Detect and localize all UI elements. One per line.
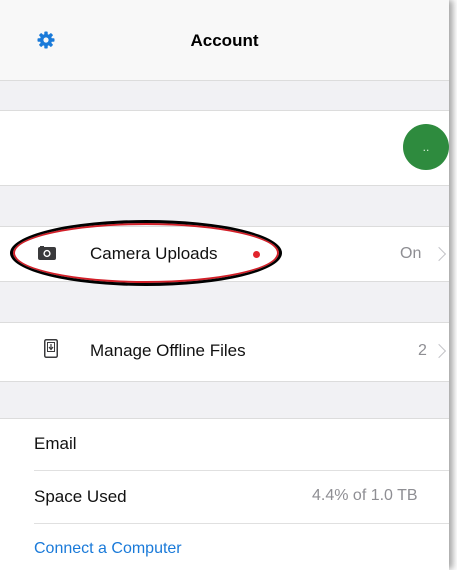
space-used-label: Space Used: [34, 487, 127, 506]
highlight-annotation: [10, 220, 282, 286]
divider: [34, 523, 449, 524]
manage-offline-files-label: Manage Offline Files: [90, 341, 246, 360]
page-title: Account: [190, 31, 259, 50]
avatar[interactable]: ..: [403, 124, 449, 170]
navigation-bar: Account: [0, 0, 449, 81]
camera-uploads-value: On: [400, 245, 422, 262]
app-frame: Account .. Camera Uploads On Manage Offl…: [0, 0, 449, 570]
divider: [34, 470, 449, 471]
email-label: Email: [34, 434, 77, 453]
offline-file-icon: [44, 339, 58, 363]
connect-computer-link[interactable]: Connect a Computer: [34, 540, 182, 558]
profile-row[interactable]: [0, 110, 449, 186]
space-used-value: 4.4% of 1.0 TB: [312, 487, 418, 504]
offline-files-count: 2: [418, 342, 427, 359]
